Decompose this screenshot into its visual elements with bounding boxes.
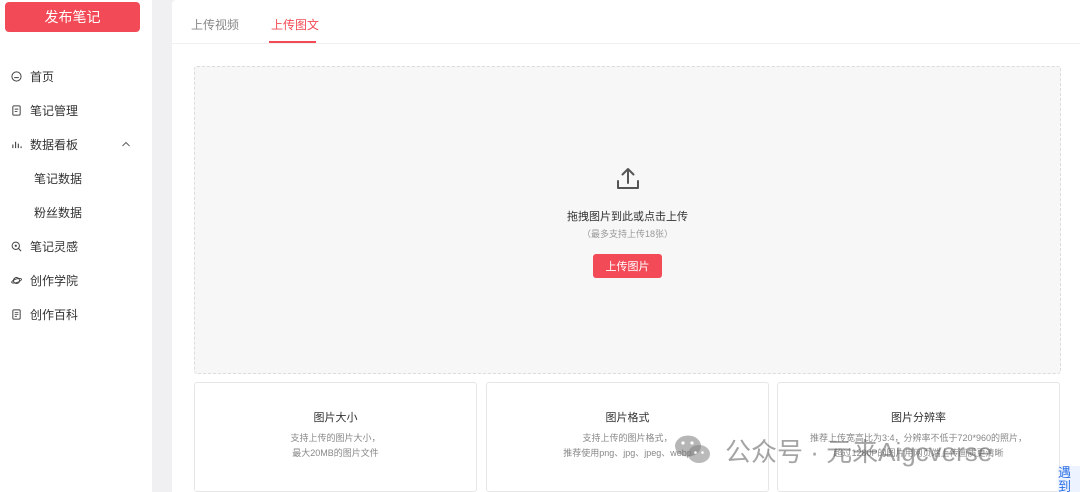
chevron-up-icon[interactable] bbox=[120, 138, 132, 150]
active-tab-indicator bbox=[269, 41, 316, 43]
sidebar-item-note-inspiration[interactable]: 笔记灵感 bbox=[0, 229, 152, 263]
main-panel: 上传视频 上传图文 拖拽图片到此或点击上传 （最多支持上传18张） 上传图片 图… bbox=[172, 0, 1080, 492]
lightbulb-search-icon bbox=[11, 241, 22, 252]
note-icon bbox=[11, 104, 22, 116]
sidebar-item-label: 笔记灵感 bbox=[30, 239, 79, 254]
publish-note-button[interactable]: 发布笔记 bbox=[5, 2, 140, 32]
card-description: 推荐上传宽高比为3:4，分辨率不低于720*960的照片， bbox=[809, 433, 1028, 443]
card-description: 支持上传的图片大小， bbox=[290, 433, 381, 443]
upload-image-button[interactable]: 上传图片 bbox=[593, 254, 662, 278]
book-icon bbox=[11, 308, 22, 320]
sidebar-nav: 首页 笔记管理 数据看板 笔记数据 粉丝数据 笔记灵感 创作学院 创作百科 bbox=[0, 59, 152, 331]
image-dropzone[interactable]: 拖拽图片到此或点击上传 （最多支持上传18张） 上传图片 bbox=[194, 66, 1061, 374]
sidebar-item-label: 笔记管理 bbox=[30, 103, 79, 118]
card-description: 超过1280P的图片用网页端上传画质更清晰 bbox=[833, 448, 1004, 458]
sidebar-item-note-management[interactable]: 笔记管理 bbox=[0, 93, 152, 127]
dropzone-subtitle: （最多支持上传18张） bbox=[581, 229, 673, 239]
dropzone-title: 拖拽图片到此或点击上传 bbox=[567, 211, 688, 223]
planet-icon bbox=[11, 275, 22, 286]
sidebar-item-label: 首页 bbox=[30, 69, 55, 84]
sidebar-item-label: 创作百科 bbox=[30, 307, 79, 322]
card-description: 支持上传的图片格式， bbox=[582, 433, 673, 443]
help-widget[interactable]: 遇到问题 bbox=[1058, 466, 1080, 492]
card-title: 图片格式 bbox=[605, 412, 650, 424]
card-description: 推荐使用png、jpg、jpeg、webp bbox=[563, 448, 692, 458]
sidebar-item-note-data[interactable]: 笔记数据 bbox=[0, 161, 152, 195]
sidebar: 发布笔记 首页 笔记管理 数据看板 笔记数据 粉丝数据 笔记灵感 创作学院 创作… bbox=[0, 0, 152, 492]
sidebar-item-label: 粉丝数据 bbox=[34, 205, 83, 220]
info-card-image-format: 图片格式 支持上传的图片格式， 推荐使用png、jpg、jpeg、webp bbox=[486, 382, 769, 492]
sidebar-item-label: 笔记数据 bbox=[34, 171, 83, 186]
info-card-image-resolution: 图片分辨率 推荐上传宽高比为3:4，分辨率不低于720*960的照片， 超过12… bbox=[777, 382, 1060, 492]
tab-upload-image[interactable]: 上传图文 bbox=[271, 16, 319, 33]
sidebar-item-creator-wiki[interactable]: 创作百科 bbox=[0, 297, 152, 331]
tab-bar: 上传视频 上传图文 bbox=[172, 0, 1080, 44]
card-description: 最大20MB的图片文件 bbox=[292, 448, 379, 458]
sidebar-item-creator-academy[interactable]: 创作学院 bbox=[0, 263, 152, 297]
sidebar-item-label: 数据看板 bbox=[30, 137, 79, 152]
card-title: 图片分辨率 bbox=[891, 412, 946, 424]
sidebar-item-label: 创作学院 bbox=[30, 273, 79, 288]
sidebar-item-home[interactable]: 首页 bbox=[0, 59, 152, 93]
sidebar-item-data-board[interactable]: 数据看板 bbox=[0, 127, 152, 161]
home-icon bbox=[11, 70, 22, 82]
info-card-image-size: 图片大小 支持上传的图片大小， 最大20MB的图片文件 bbox=[194, 382, 477, 492]
tab-upload-video[interactable]: 上传视频 bbox=[191, 16, 239, 33]
card-title: 图片大小 bbox=[313, 412, 358, 424]
bar-chart-icon bbox=[11, 139, 22, 150]
sidebar-item-fan-data[interactable]: 粉丝数据 bbox=[0, 195, 152, 229]
upload-icon bbox=[615, 166, 641, 192]
